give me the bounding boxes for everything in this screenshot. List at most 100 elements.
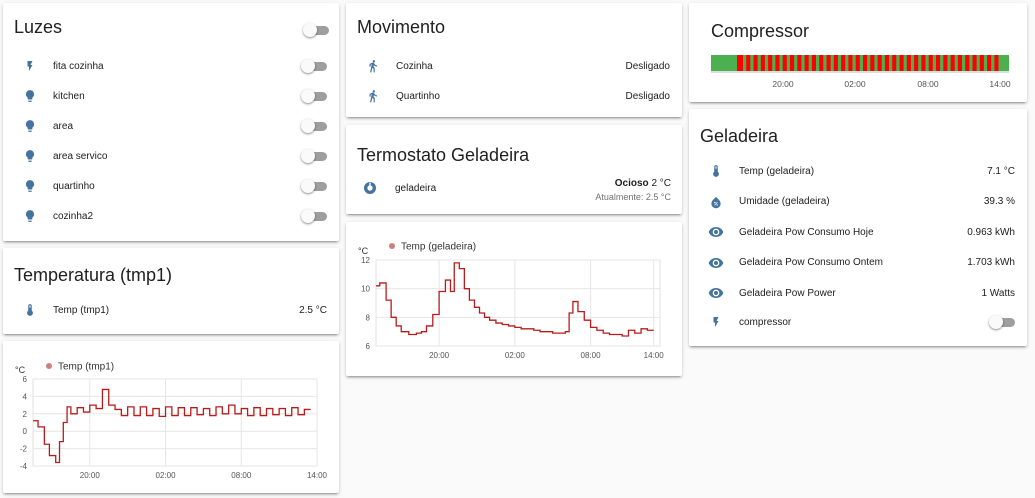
compressor-off-segment: [794, 55, 798, 71]
lightbulb-icon: [19, 176, 41, 196]
legend-swatch: [389, 243, 395, 249]
movimento-title: Movimento: [357, 17, 446, 37]
movimento-card: Movimento Cozinha Desligado Quartinho Desli…: [346, 3, 682, 117]
light-item-row[interactable]: area servico: [3, 141, 339, 171]
legend-swatch: [46, 363, 52, 369]
light-item-toggle[interactable]: [301, 89, 327, 103]
temp-tmp1-label: Temp (tmp1): [53, 304, 110, 316]
compressor-off-segment: [925, 55, 929, 71]
light-item-row[interactable]: kitchen: [3, 81, 339, 111]
compressor-off-segment: [845, 55, 849, 71]
walk-icon: [362, 56, 384, 76]
light-item-label: kitchen: [53, 90, 85, 102]
geladeira-history-chart: Temp (geladeira) °C12 10 8 6 20:00 02:00 08:00 1…: [358, 242, 664, 361]
geladeira-item-label: Geladeira Pow Consumo Ontem: [739, 257, 883, 268]
light-item-label: cozinha2: [53, 210, 94, 222]
y-tick-label: 2: [23, 410, 28, 419]
series-line: [33, 388, 311, 464]
compressor-off-segment: [889, 55, 893, 71]
y-tick-label: 12: [361, 256, 370, 265]
geladeira-item-row[interactable]: Geladeira Pow Consumo Ontem 1.703 kWh: [689, 248, 1027, 278]
y-tick-label: 8: [366, 313, 371, 322]
temp-tmp1-value: 2.5 °C: [299, 304, 327, 316]
compressor-off-segment: [954, 55, 958, 71]
motion-item-row[interactable]: Cozinha Desligado: [346, 51, 682, 81]
light-item-toggle[interactable]: [301, 149, 327, 163]
y-tick-label: 0: [23, 427, 28, 436]
light-item-toggle[interactable]: [301, 119, 327, 133]
termostato-row[interactable]: geladeira Ocioso 2 °C Atualmente: 2.5 °C: [346, 175, 682, 207]
light-item-row[interactable]: cozinha2: [3, 201, 339, 231]
compressor-off-segment: [932, 55, 936, 71]
compressor-off-segment: [969, 55, 973, 71]
geladeira-item-row[interactable]: Geladeira Pow Power 1 Watts: [689, 278, 1027, 308]
compressor-off-segment: [750, 55, 754, 71]
temp-tmp1-row[interactable]: Temp (tmp1) 2.5 °C: [3, 295, 339, 325]
luzes-master-toggle[interactable]: [303, 23, 329, 37]
y-axis-unit: °C: [358, 246, 369, 256]
x-tick-label: 08:00: [231, 471, 252, 480]
compressor-off-segment: [903, 55, 907, 71]
tmp1-history-chart: Temp (tmp1) °C6 4 2 0 -2 -4 20:00 02:00 08:00 14:0…: [15, 362, 328, 481]
light-item-label: quartinho: [53, 180, 95, 192]
termostato-state: Ocioso: [614, 178, 649, 189]
walk-icon: [362, 86, 384, 106]
compressor-switch-row[interactable]: compressor: [689, 307, 1027, 337]
geladeira-item-label: Temp (geladeira): [739, 165, 815, 177]
timeline-tick-label: 08:00: [917, 79, 939, 89]
light-item-label: area servico: [53, 150, 108, 162]
light-item-toggle[interactable]: [301, 59, 327, 73]
compressor-off-segment: [859, 55, 863, 71]
x-tick-label: 02:00: [505, 351, 526, 360]
geladeira-item-row[interactable]: Umidade (geladeira) 39.3 %: [689, 187, 1027, 217]
water-percent-icon: [705, 192, 727, 212]
eye-icon: [705, 283, 727, 303]
light-item-label: fita cozinha: [53, 60, 104, 72]
legend-label[interactable]: Temp (geladeira): [401, 242, 476, 253]
light-item-toggle[interactable]: [301, 179, 327, 193]
geladeira-item-value: 1 Watts: [981, 287, 1015, 299]
compressor-off-segment: [983, 55, 988, 71]
y-tick-label: -2: [20, 445, 28, 454]
geladeira-item-row[interactable]: Geladeira Pow Consumo Hoje 0.963 kWh: [689, 217, 1027, 247]
y-tick-label: -4: [20, 462, 28, 471]
motion-item-row[interactable]: Quartinho Desligado: [346, 81, 682, 111]
light-item-label: area: [53, 120, 74, 132]
light-item-row[interactable]: quartinho: [3, 171, 339, 201]
legend-label[interactable]: Temp (tmp1): [58, 362, 114, 373]
light-item-row[interactable]: area: [3, 111, 339, 141]
compressor-off-segment: [867, 55, 871, 71]
compressor-off-segment: [757, 55, 761, 71]
luzes-card: Luzes fita cozinha kitchen area area servic…: [3, 3, 339, 241]
compressor-off-segment: [830, 55, 834, 71]
lightbulb-icon: [19, 146, 41, 166]
compressor-off-segment: [910, 55, 915, 71]
compressor-off-segment: [772, 55, 776, 71]
compressor-off-segment: [808, 55, 812, 71]
light-item-row[interactable]: fita cozinha: [3, 51, 339, 81]
compressor-toggle[interactable]: [989, 315, 1015, 329]
flash-icon: [19, 56, 41, 76]
geladeira-card: Geladeira Temp (geladeira) 7.1 °C Umidade …: [689, 109, 1027, 346]
motion-item-value: Desligado: [625, 60, 670, 72]
eye-icon: [705, 222, 727, 242]
light-item-toggle[interactable]: [301, 209, 327, 223]
geladeira-item-row[interactable]: Temp (geladeira) 7.1 °C: [689, 156, 1027, 186]
timeline-tick-label: 02:00: [844, 79, 866, 89]
compressor-off-segment: [743, 55, 747, 71]
compressor-on-segment: [737, 55, 1007, 71]
thermometer-icon: [705, 161, 727, 181]
termostato-current: Atualmente: 2.5 °C: [595, 192, 671, 202]
flash-icon: [705, 312, 727, 332]
compressor-off-segment: [896, 55, 900, 71]
compressor-off-segment: [764, 55, 769, 71]
y-axis-unit: °C: [15, 365, 26, 375]
luzes-title: Luzes: [14, 17, 63, 37]
compressor-off-segment: [962, 55, 966, 71]
compressor-off-segment: [918, 55, 922, 71]
compressor-off-segment: [786, 55, 790, 71]
compressor-off-segment: [881, 55, 885, 71]
compressor-off-segment: [976, 55, 980, 71]
x-tick-label: 08:00: [581, 351, 602, 360]
motion-item-value: Desligado: [625, 90, 670, 102]
